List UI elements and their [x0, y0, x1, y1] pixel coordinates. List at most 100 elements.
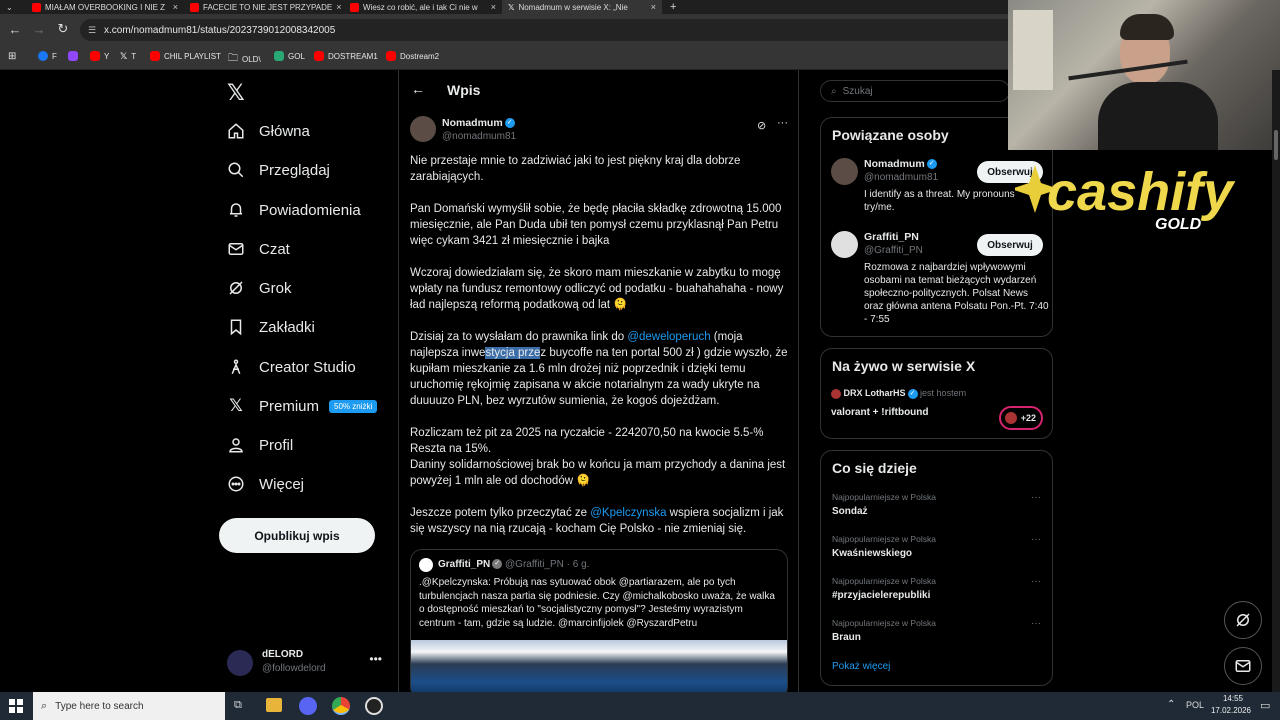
chrome-icon[interactable] — [332, 697, 350, 715]
trend-item[interactable]: Najpopularniejsze w Polska Kwaśniewskieg… — [832, 534, 1047, 559]
more-options-icon[interactable]: ··· — [1031, 492, 1041, 503]
nav-item-more[interactable]: Więcej — [227, 475, 304, 493]
mention-link[interactable]: @Kpelczynska — [590, 507, 666, 519]
mail-icon — [1235, 660, 1251, 672]
url-field[interactable]: ☰ x.com/nomadmum81/status/20237390120083… — [80, 19, 1020, 41]
more-options-icon[interactable]: ··· — [1031, 576, 1041, 587]
cashify-logo: cashify GOLD — [1011, 155, 1270, 235]
avatar — [831, 158, 858, 185]
youtube-icon — [190, 2, 199, 12]
search-input[interactable]: ⌕ Szukaj — [820, 80, 1010, 102]
taskbar-search-input[interactable]: ⌕ Type here to search — [33, 692, 225, 720]
related-person[interactable]: Graffiti_PN @Graffiti_PN Rozmowa z najba… — [831, 231, 1049, 331]
publish-post-button[interactable]: Opublikuj wpis — [219, 518, 375, 553]
related-person[interactable]: Nomadmum ✓ @nomadmum81 I identify as a th… — [831, 158, 1046, 218]
close-icon[interactable]: × — [491, 2, 496, 12]
show-more-link[interactable]: Pokaż więcej — [832, 661, 890, 672]
more-options-icon[interactable]: ••• — [369, 652, 382, 666]
bookmark-item[interactable]: 𝕏T — [120, 51, 136, 62]
windows-start-icon[interactable] — [9, 699, 23, 713]
avatar[interactable] — [410, 116, 436, 142]
webcam-overlay — [1008, 0, 1280, 150]
close-icon[interactable]: × — [173, 2, 178, 12]
left-navigation: 𝕏 Główna Przeglądaj Powiadomienia Czat G… — [215, 70, 398, 692]
mail-icon — [227, 240, 245, 258]
selected-text: stycja prze — [485, 347, 541, 359]
scrollbar[interactable] — [1272, 70, 1280, 692]
bookmark-item[interactable] — [68, 51, 78, 61]
quote-media-image[interactable] — [411, 640, 787, 692]
trend-item[interactable]: Najpopularniejsze w Polska Braun ··· — [832, 618, 1047, 643]
obs-icon[interactable] — [365, 697, 383, 715]
trend-item[interactable]: Najpopularniejsze w Polska #przyjacieler… — [832, 576, 1047, 601]
bookmark-item[interactable]: Y — [90, 51, 109, 61]
apps-icon[interactable]: ⊞ — [8, 51, 16, 62]
nav-item-creator-studio[interactable]: Creator Studio — [227, 358, 356, 376]
trend-item[interactable]: Najpopularniejsze w Polska Sondaż ··· — [832, 492, 1047, 517]
nav-item-profile[interactable]: Profil — [227, 436, 293, 454]
tab-menu-button[interactable]: ⌄ — [0, 0, 26, 14]
reload-button[interactable]: ↻ — [54, 20, 72, 38]
post-paragraph: Wczoraj dowiedziałam się, że skoro mam m… — [410, 267, 784, 311]
bookmark-item[interactable]: F — [38, 51, 57, 61]
x-logo-icon[interactable]: 𝕏 — [227, 80, 245, 106]
account-switcher[interactable]: dELORD @followdelord ••• — [227, 648, 392, 684]
browser-tab[interactable]: FACECIE TO NIE JEST PRZYPADE × — [184, 0, 344, 14]
file-explorer-icon[interactable] — [266, 698, 282, 712]
more-options-icon[interactable]: ··· — [1031, 618, 1041, 629]
back-arrow-icon[interactable]: ← — [411, 81, 425, 97]
page-title: Wpis — [447, 82, 481, 98]
x-premium-icon: 𝕏 — [229, 396, 243, 415]
nav-item-notifications[interactable]: Powiadomienia — [227, 201, 361, 219]
discord-icon[interactable] — [299, 697, 317, 715]
bookmark-item[interactable]: Dostream2 — [386, 51, 439, 61]
more-options-icon[interactable]: ··· — [1031, 534, 1041, 545]
browser-tab[interactable]: MIAŁAM OVERBOOKING I NIE Z × — [26, 0, 184, 14]
quoted-post[interactable]: Graffiti_PN ✓ @Graffiti_PN · 6 g. .@Kpelc… — [410, 549, 788, 692]
avatar — [831, 231, 858, 258]
more-options-icon[interactable]: ··· — [777, 117, 788, 129]
grok-floating-button[interactable] — [1224, 601, 1262, 639]
grok-explain-icon[interactable]: ⊘ — [757, 119, 766, 132]
browser-tab[interactable]: Wiesz co robić, ale i tak Ci nie w × — [344, 0, 502, 14]
live-listeners[interactable]: +22 — [999, 406, 1043, 430]
site-info-icon[interactable]: ☰ — [88, 25, 96, 36]
nav-item-chat[interactable]: Czat — [227, 240, 290, 258]
forward-button[interactable]: → — [30, 20, 48, 38]
youtube-icon — [350, 2, 359, 12]
bookmark-item[interactable]: CHIL PLAYLIST — [150, 51, 221, 61]
messages-floating-button[interactable] — [1224, 647, 1262, 685]
post-paragraph: Dzisiaj za to wysłałam do prawnika link … — [410, 331, 788, 407]
account-name: dELORD — [262, 649, 304, 660]
author-name[interactable]: Nomadmum ✓ — [442, 117, 515, 129]
new-tab-button[interactable]: + — [664, 0, 682, 14]
nav-item-home[interactable]: Główna — [227, 122, 310, 140]
bookmark-icon — [227, 318, 245, 336]
notifications-icon[interactable]: ▭ — [1260, 699, 1270, 712]
close-icon[interactable]: × — [336, 2, 341, 12]
nav-item-grok[interactable]: Grok — [227, 279, 292, 297]
nav-item-premium[interactable]: 𝕏 Premium 50% zniżki — [227, 396, 378, 415]
follow-button[interactable]: Obserwuj — [977, 234, 1043, 256]
live-host[interactable]: DRX LotharHS ✓ jest hostem — [831, 388, 966, 399]
scrollbar-thumb[interactable] — [1274, 130, 1278, 160]
task-view-icon[interactable]: ⧉ — [234, 699, 242, 712]
close-icon[interactable]: × — [651, 2, 656, 12]
bookmark-item[interactable]: DOSTREAM1 — [314, 51, 378, 61]
language-indicator[interactable]: POL — [1186, 700, 1204, 710]
browser-tab-active[interactable]: 𝕏 Nomadmum w serwisie X: „Nie × — [502, 0, 662, 14]
mention-link[interactable]: @deweloperuch — [627, 331, 710, 343]
bookmark-item[interactable]: GOL — [274, 51, 305, 61]
chevron-up-icon[interactable]: ⌃ — [1167, 699, 1175, 710]
live-title[interactable]: valorant + !riftbound — [831, 407, 929, 418]
taskbar-date[interactable]: 17.02.2026 — [1206, 706, 1256, 715]
back-button[interactable]: ← — [6, 20, 24, 38]
bookmark-folder[interactable]: 🗀 OLD\ — [228, 51, 261, 68]
taskbar-time[interactable]: 14:55 — [1218, 694, 1248, 703]
post-paragraph: Pan Domański wymyślił sobie, że będę pła… — [410, 203, 782, 247]
youtube-icon — [32, 2, 41, 12]
post-paragraph: Nie przestaje mnie to zadziwiać jaki to … — [410, 155, 741, 183]
nav-item-explore[interactable]: Przeglądaj — [227, 161, 330, 179]
nav-item-bookmarks[interactable]: Zakładki — [227, 318, 315, 336]
avatar — [227, 650, 253, 676]
